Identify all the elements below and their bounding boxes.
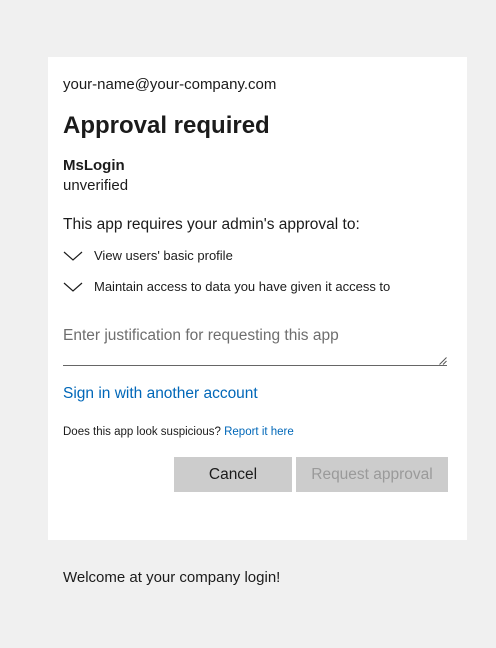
approval-card: your-name@your-company.com Approval requ… (48, 57, 467, 540)
chevron-down-icon (63, 282, 83, 292)
justification-field[interactable] (63, 320, 447, 366)
suspicious-text: Does this app look suspicious? (63, 426, 221, 438)
page-title: Approval required (63, 112, 270, 139)
permission-label: View users' basic profile (94, 248, 233, 263)
permission-item-view-profile[interactable]: View users' basic profile (63, 248, 233, 263)
footer-welcome-text: Welcome at your company login! (63, 569, 281, 586)
app-status: unverified (63, 177, 129, 194)
account-email: your-name@your-company.com (63, 76, 277, 93)
permission-label: Maintain access to data you have given i… (94, 279, 391, 294)
request-approval-button[interactable]: Request approval (296, 457, 448, 492)
cancel-button[interactable]: Cancel (174, 457, 292, 492)
resize-handle-icon[interactable] (439, 357, 447, 365)
chevron-down-icon (63, 251, 83, 261)
report-link[interactable]: Report it here (224, 426, 294, 438)
app-name: MsLogin (63, 157, 125, 174)
sign-in-another-account-link[interactable]: Sign in with another account (63, 385, 258, 403)
permission-item-maintain-access[interactable]: Maintain access to data you have given i… (63, 279, 390, 294)
permissions-intro: This app requires your admin's approval … (63, 216, 360, 233)
suspicious-notice: Does this app look suspicious? Report it… (63, 426, 294, 438)
